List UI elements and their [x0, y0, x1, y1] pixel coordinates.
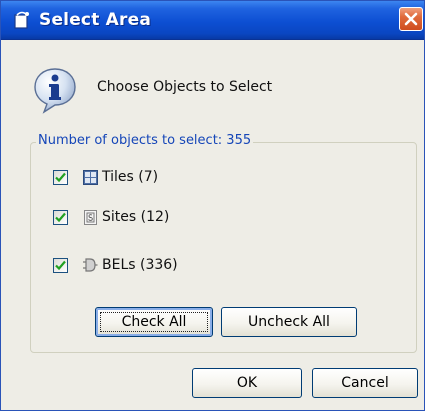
check-all-button[interactable]: Check All — [95, 307, 213, 337]
ok-label: OK — [236, 375, 258, 391]
close-button[interactable] — [399, 7, 423, 31]
close-icon — [404, 12, 418, 26]
tiles-grid-icon — [82, 169, 98, 185]
uncheck-all-button[interactable]: Uncheck All — [221, 307, 357, 337]
checkmark-icon — [55, 172, 66, 182]
uncheck-all-label: Uncheck All — [248, 314, 330, 330]
prompt-text: Choose Objects to Select — [97, 79, 273, 95]
cancel-button[interactable]: Cancel — [312, 368, 418, 398]
select-area-dialog: Select Area Choose Objects to Select Num… — [0, 0, 425, 411]
tiles-option[interactable]: Tiles (7) — [53, 167, 158, 187]
window-app-icon — [14, 11, 30, 29]
sites-icon — [82, 209, 98, 225]
bels-option[interactable]: BELs (336) — [53, 255, 178, 275]
bels-label: BELs (336) — [102, 257, 178, 273]
title-bar[interactable]: Select Area — [1, 1, 424, 40]
checkmark-icon — [55, 212, 66, 222]
sites-label: Sites (12) — [102, 209, 170, 225]
bels-checkbox[interactable] — [53, 257, 68, 273]
tiles-label: Tiles (7) — [102, 169, 159, 185]
tiles-checkbox[interactable] — [53, 169, 68, 185]
cancel-label: Cancel — [341, 375, 389, 391]
focus-ring — [100, 312, 208, 332]
bels-icon — [82, 257, 98, 273]
window-title: Select Area — [39, 10, 151, 30]
checkmark-icon — [55, 260, 66, 270]
info-icon — [31, 66, 79, 114]
sites-option[interactable]: Sites (12) — [53, 207, 169, 227]
sites-checkbox[interactable] — [53, 209, 68, 225]
ok-button[interactable]: OK — [192, 368, 302, 398]
groupbox-title: Number of objects to select: 355 — [36, 133, 254, 148]
